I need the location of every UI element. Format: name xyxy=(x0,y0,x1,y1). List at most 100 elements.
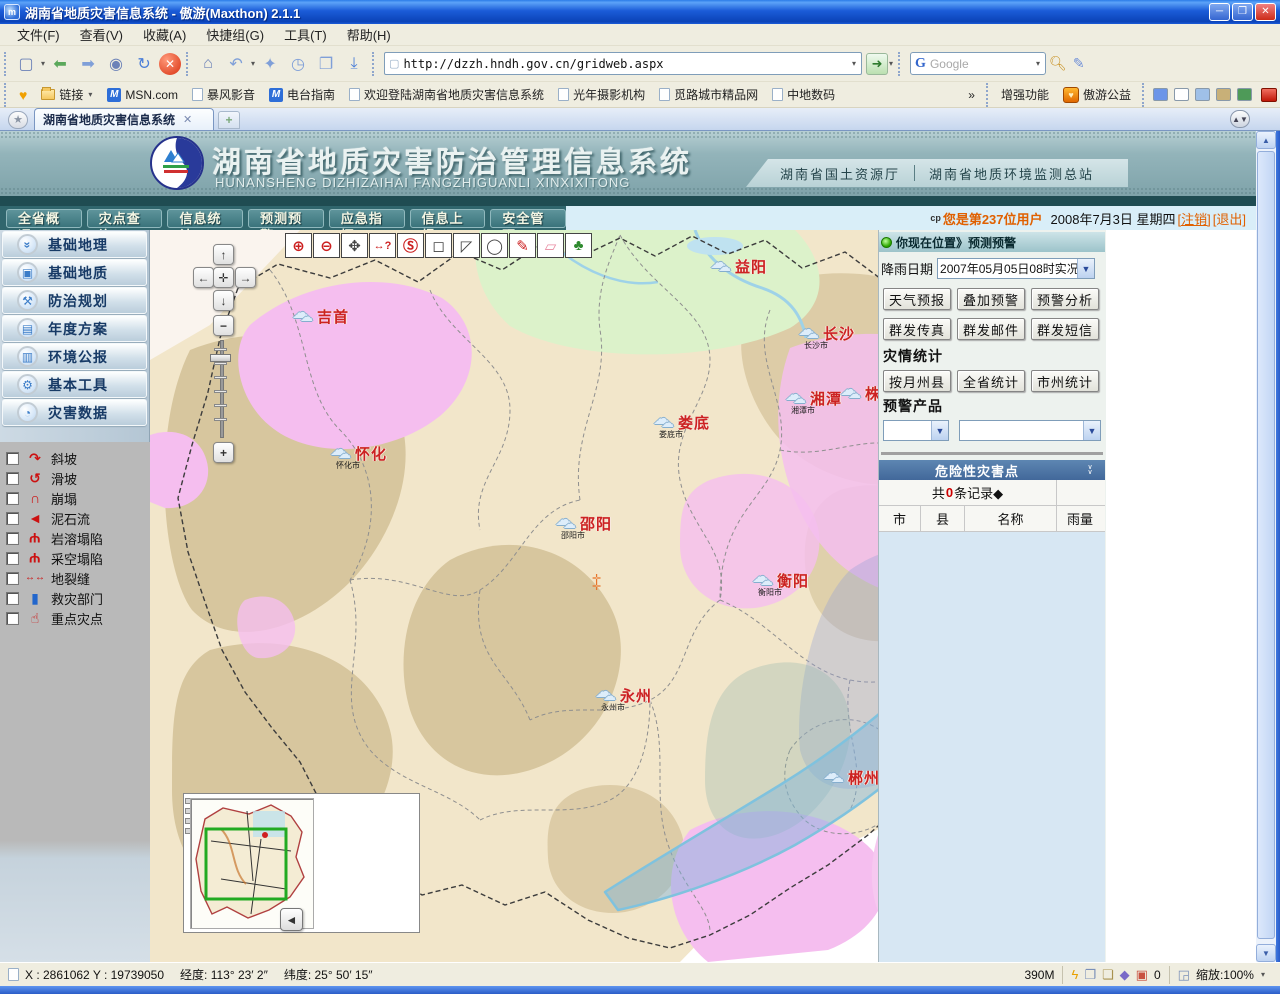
layer-checkbox[interactable] xyxy=(6,512,19,525)
stop-icon[interactable]: ✕ xyxy=(159,53,181,75)
overview-collapse-button[interactable]: ◄ xyxy=(280,908,303,931)
menu-tools[interactable]: 工具(T) xyxy=(275,23,336,46)
measure-scale-icon[interactable]: Ⓢ xyxy=(397,233,424,258)
mass-sms-button[interactable]: 群发短信 xyxy=(1031,318,1099,340)
sidebar-item-prevention-plan[interactable]: ⚒ 防治规划 xyxy=(2,287,147,314)
zoom-dropdown-icon[interactable]: ▾ xyxy=(1261,970,1265,979)
province-stats-button[interactable]: 全省统计 xyxy=(957,370,1025,392)
pan-up-button[interactable]: ↑ xyxy=(213,244,234,265)
product-select-1[interactable]: ▼ xyxy=(883,420,949,441)
bookmark-links-folder[interactable]: 链接▾ xyxy=(34,86,100,103)
chevron-down-icon[interactable]: ▼ xyxy=(1083,421,1100,440)
nav-tab-report[interactable]: 信息上报 xyxy=(410,209,486,228)
search-input[interactable]: G Google ▾ xyxy=(910,52,1046,75)
bookmark-msn[interactable]: MMSN.com xyxy=(100,88,185,102)
scroll-down-icon[interactable]: ▼ xyxy=(1256,944,1276,962)
undo-icon[interactable]: ↶ xyxy=(223,51,249,77)
layer-checkbox[interactable] xyxy=(6,572,19,585)
plugin-icon[interactable] xyxy=(1237,88,1252,101)
undo-dropdown-icon[interactable]: ▾ xyxy=(251,59,255,68)
mass-email-button[interactable]: 群发邮件 xyxy=(957,318,1025,340)
favorites-heart-icon[interactable]: ♥ xyxy=(12,87,34,103)
resize-icon[interactable]: ◲ xyxy=(1178,967,1190,983)
layer-checkbox[interactable] xyxy=(6,612,19,625)
collapse-chevrons-icon[interactable]: ∨∨ xyxy=(1075,465,1105,475)
full-extent-icon[interactable]: ♣ xyxy=(574,237,584,254)
url-text[interactable]: http://dzzh.hndh.gov.cn/gridweb.aspx xyxy=(403,57,851,71)
favorites-star-icon[interactable]: ★ xyxy=(8,111,28,129)
link-land-resources[interactable]: 湖南省国土资源厅 xyxy=(766,164,914,183)
forward-icon[interactable]: ➡ xyxy=(75,51,101,77)
layer-checkbox[interactable] xyxy=(6,592,19,605)
draw-line-icon[interactable]: ✎ xyxy=(509,233,536,258)
rain-date-select[interactable]: 2007年05月05日08时实况 ▼ xyxy=(937,258,1095,279)
bookmarks-overflow-button[interactable]: » xyxy=(961,88,982,102)
zoom-level[interactable]: 缩放:100% xyxy=(1196,966,1254,983)
boost-icon[interactable]: ϟ xyxy=(1071,967,1078,982)
menu-file[interactable]: 文件(F) xyxy=(8,23,69,46)
measure-distance-icon[interactable]: ↔? xyxy=(369,233,396,258)
skin-button[interactable] xyxy=(1261,88,1277,102)
menu-favorites[interactable]: 收藏(A) xyxy=(134,23,195,46)
zoom-out-icon[interactable]: ⊖ xyxy=(313,233,340,258)
weather-forecast-button[interactable]: 天气预报 xyxy=(883,288,951,310)
search-dropdown-icon[interactable]: ▾ xyxy=(1036,59,1040,68)
new-page-dropdown-icon[interactable]: ▾ xyxy=(41,59,45,68)
nav-tab-emergency[interactable]: 应急指挥 xyxy=(329,209,405,228)
tab-active[interactable]: 湖南省地质灾害信息系统 ✕ xyxy=(34,108,214,130)
select-rect-icon[interactable]: ◸ xyxy=(461,237,473,255)
enhance-features-button[interactable]: 增强功能 xyxy=(994,86,1056,103)
warning-analysis-button[interactable]: 预警分析 xyxy=(1031,288,1099,310)
layer-checkbox[interactable] xyxy=(6,452,19,465)
address-dropdown-icon[interactable]: ▾ xyxy=(852,59,856,68)
highlight-icon[interactable]: ✎ xyxy=(1073,55,1085,72)
magic-wand-icon[interactable]: ✦ xyxy=(257,51,283,77)
exit-link[interactable]: [退出] xyxy=(1213,209,1246,228)
nav-tab-overview[interactable]: 全省概况 xyxy=(6,209,82,228)
zoom-plus-button[interactable]: + xyxy=(213,442,234,463)
search-go-icon[interactable]: 🔍︎ xyxy=(1049,55,1067,72)
pan-icon[interactable]: ✥ xyxy=(348,237,361,255)
eraser-icon[interactable]: ▱ xyxy=(537,233,564,258)
window-icon[interactable] xyxy=(1174,88,1189,101)
bookmark-item[interactable]: 暴风影音 xyxy=(185,86,262,103)
pan-left-button[interactable]: ← xyxy=(193,267,214,288)
logout-link[interactable]: [注销] xyxy=(1178,209,1211,228)
city-stats-button[interactable]: 市州统计 xyxy=(1031,370,1099,392)
menu-groups[interactable]: 快捷组(G) xyxy=(197,23,273,46)
window-layout-icon[interactable]: ❐ xyxy=(1084,967,1096,983)
gesture-icon[interactable]: ◆ xyxy=(1120,967,1130,983)
sidebar-item-base-geography[interactable]: » 基础地理 xyxy=(2,231,147,258)
sidebar-item-annual-plan[interactable]: ▤ 年度方案 xyxy=(2,315,147,342)
sidebar-item-disaster-data[interactable]: ◔ 灾害数据 xyxy=(2,399,147,426)
go-dropdown-icon[interactable]: ▾ xyxy=(889,59,893,68)
danger-points-header[interactable]: 危险性灾害点 ∨∨ xyxy=(879,460,1105,480)
bookmark-item[interactable]: 光年摄影机构 xyxy=(551,86,652,103)
notes-icon[interactable] xyxy=(1195,88,1210,101)
sidebar-item-env-bulletin[interactable]: ▥ 环境公报 xyxy=(2,343,147,370)
zoom-slider-handle[interactable] xyxy=(210,354,231,362)
link-geo-monitoring[interactable]: 湖南省地质环境监测总站 xyxy=(915,164,1108,183)
zoom-minus-button[interactable]: − xyxy=(213,315,234,336)
select-circle-icon[interactable]: ◯ xyxy=(486,237,503,255)
layer-checkbox[interactable] xyxy=(6,472,19,485)
close-button[interactable]: ✕ xyxy=(1255,3,1276,21)
pen-tools-icon[interactable] xyxy=(1216,88,1231,101)
overlay-warning-button[interactable]: 叠加预警 xyxy=(957,288,1025,310)
bookmark-item[interactable]: 欢迎登陆湖南省地质灾害信息系统 xyxy=(342,86,551,103)
bookmark-item[interactable]: 中地数码 xyxy=(765,86,842,103)
tab-close-icon[interactable]: ✕ xyxy=(183,113,192,126)
product-select-2[interactable]: ▼ xyxy=(959,420,1101,441)
pan-center-button[interactable]: ✛ xyxy=(213,267,234,288)
layer-checkbox[interactable] xyxy=(6,532,19,545)
nav-tab-forecast[interactable]: 预测预警 xyxy=(248,209,324,228)
zoom-in-icon[interactable]: ⊕ xyxy=(285,233,312,258)
back-icon[interactable]: ⬅ xyxy=(47,51,73,77)
bookmark-item[interactable]: M电台指南 xyxy=(262,86,342,103)
menu-help[interactable]: 帮助(H) xyxy=(338,23,400,46)
new-page-icon[interactable]: ▢ xyxy=(13,51,39,77)
tab-list-button[interactable]: ▲▼ xyxy=(1230,110,1250,128)
go-button[interactable]: ➜ xyxy=(866,53,888,75)
download-icon[interactable]: ⤓ xyxy=(341,51,367,77)
address-bar[interactable]: ▢ http://dzzh.hndh.gov.cn/gridweb.aspx ▾ xyxy=(384,52,862,75)
